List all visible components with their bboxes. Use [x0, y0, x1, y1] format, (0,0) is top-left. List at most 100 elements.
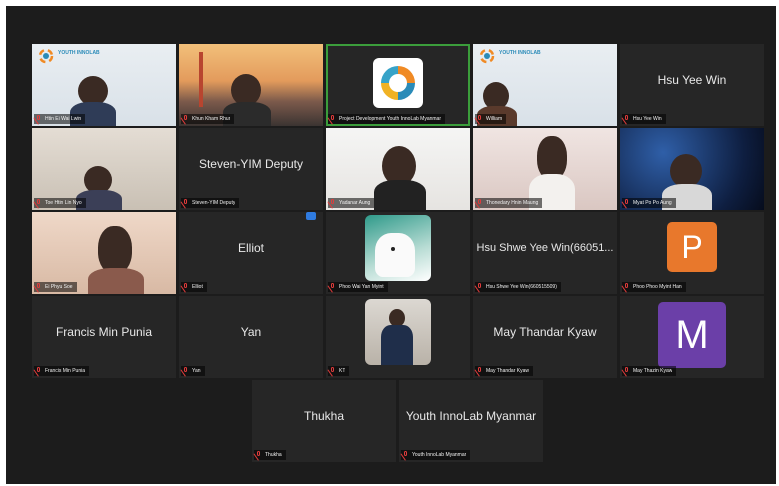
participant-name: Hsu Shwe Yee Win(660515509): [486, 284, 557, 290]
name-label: Yan: [181, 366, 205, 376]
participant-name: Steven-YIM Deputy: [192, 200, 236, 206]
person-silhouette: [98, 226, 132, 274]
participant-tile[interactable]: Youth InnoLab Myanmar Youth InnoLab Myan…: [399, 380, 543, 462]
person-body: [381, 325, 413, 365]
name-label: May Thandar Kyaw: [475, 366, 533, 376]
participant-tile[interactable]: Toe Htin Lin Nyo: [32, 128, 176, 210]
participant-display-name: Hsu Shwe Yee Win(66051...: [476, 242, 614, 254]
name-label: Hsu Shwe Yee Win(660515509): [475, 282, 561, 292]
participant-display-name: Yan: [240, 325, 262, 339]
profile-illustration: [375, 233, 415, 277]
participant-tile[interactable]: YOUTH INNOLAB William: [473, 44, 617, 126]
participant-name: May Thandar Kyaw: [486, 368, 529, 374]
mic-muted-icon: [477, 115, 483, 123]
mic-muted-icon: [624, 283, 630, 291]
name-label: Francis Min Punia: [34, 366, 90, 376]
participant-tile[interactable]: Hsu Shwe Yee Win(66051... Hsu Shwe Yee W…: [473, 212, 617, 294]
participant-name: Hsu Yee Win: [633, 116, 662, 122]
participant-tile[interactable]: May Thandar Kyaw May Thandar Kyaw: [473, 296, 617, 378]
name-label: KT: [328, 366, 350, 376]
more-options-button[interactable]: [306, 212, 316, 220]
avatar: P: [667, 222, 717, 272]
name-label: Thukha: [254, 450, 286, 460]
participant-name: Phoo Phoo Myint Han: [633, 284, 682, 290]
mic-muted-icon: [403, 451, 409, 459]
participant-tile[interactable]: KT: [326, 296, 470, 378]
name-label: Ei Phyu Soe: [34, 282, 77, 292]
name-label: Htin Ei Wai Lwin: [34, 114, 86, 124]
mic-muted-icon: [330, 115, 336, 123]
youth-innolab-logo-icon: [479, 48, 495, 64]
brand-text: YOUTH INNOLAB: [58, 50, 100, 56]
brand-text: YOUTH INNOLAB: [499, 50, 541, 56]
participant-display-name: Steven-YIM Deputy: [198, 157, 304, 171]
name-label: Steven-YIM Deputy: [181, 198, 240, 208]
mic-muted-icon: [624, 367, 630, 375]
participant-display-name: Youth InnoLab Myanmar: [405, 409, 537, 423]
participant-tile[interactable]: Francis Min Punia Francis Min Punia: [32, 296, 176, 378]
mic-muted-icon: [330, 367, 336, 375]
participant-name: KT: [339, 368, 346, 374]
participant-tile[interactable]: Thukha Thukha: [252, 380, 396, 462]
participant-tile[interactable]: M May Thazin Kyaw: [620, 296, 764, 378]
participant-tile[interactable]: Ei Phyu Soe: [32, 212, 176, 294]
participant-name: Thonedary Hnin Maung: [486, 200, 539, 206]
participant-tile[interactable]: Myat Po Po Aung: [620, 128, 764, 210]
person-body: [374, 180, 426, 210]
participant-tile[interactable]: Hsu Yee Win Hsu Yee Win: [620, 44, 764, 126]
participant-name: Myat Po Po Aung: [633, 200, 672, 206]
name-label: Project Development Youth InnoLab Myanma…: [328, 114, 446, 124]
participant-name: Toe Htin Lin Nyo: [45, 200, 82, 206]
name-label: William: [475, 114, 507, 124]
mic-muted-icon: [183, 115, 189, 123]
person-body: [88, 268, 144, 294]
mic-muted-icon: [36, 199, 42, 207]
participant-display-name: Elliot: [237, 241, 264, 255]
participant-name: Yan: [192, 368, 201, 374]
participant-tile[interactable]: P Phoo Phoo Myint Han: [620, 212, 764, 294]
mic-muted-icon: [624, 199, 630, 207]
mic-muted-icon: [36, 115, 42, 123]
youth-innolab-logo-icon: [38, 48, 54, 64]
participant-name: Khun Kham Rhur: [192, 116, 231, 122]
participant-tile-active-speaker[interactable]: Project Development Youth InnoLab Myanma…: [326, 44, 470, 126]
participant-name: Thukha: [265, 452, 282, 458]
participant-display-name: Hsu Yee Win: [657, 73, 727, 87]
participant-name: Francis Min Punia: [45, 368, 86, 374]
name-label: Phoo Wai Yan Myint: [328, 282, 388, 292]
mic-muted-icon: [330, 199, 336, 207]
participant-tile[interactable]: YOUTH INNOLAB Htin Ei Wai Lwin: [32, 44, 176, 126]
mic-muted-icon: [330, 283, 336, 291]
avatar: M: [658, 302, 726, 368]
participant-name: William: [486, 116, 503, 122]
participant-display-name: Francis Min Punia: [55, 325, 153, 339]
name-label: Yadanar Aung: [328, 198, 375, 208]
mic-muted-icon: [183, 199, 189, 207]
mic-muted-icon: [36, 283, 42, 291]
name-label: Youth InnoLab Myanmar: [401, 450, 471, 460]
participant-name: Yadanar Aung: [339, 200, 371, 206]
participant-tile[interactable]: Elliot Elliot: [179, 212, 323, 294]
participant-tile[interactable]: Yadanar Aung: [326, 128, 470, 210]
name-label: May Thazin Kyaw: [622, 366, 677, 376]
participant-tile[interactable]: Khun Kham Rhur: [179, 44, 323, 126]
profile-illustration-eye: [391, 247, 395, 251]
name-label: Toe Htin Lin Nyo: [34, 198, 86, 208]
participant-tile[interactable]: Phoo Wai Yan Myint: [326, 212, 470, 294]
participant-tile[interactable]: Thonedary Hnin Maung: [473, 128, 617, 210]
mic-muted-icon: [183, 367, 189, 375]
mic-muted-icon: [624, 115, 630, 123]
mic-muted-icon: [477, 283, 483, 291]
participant-tile[interactable]: Steven-YIM Deputy Steven-YIM Deputy: [179, 128, 323, 210]
mic-muted-icon: [256, 451, 262, 459]
person-silhouette: [670, 154, 702, 188]
profile-picture: [365, 299, 431, 365]
name-label: Phoo Phoo Myint Han: [622, 282, 686, 292]
participant-tile[interactable]: Yan Yan: [179, 296, 323, 378]
participant-name: May Thazin Kyaw: [633, 368, 673, 374]
name-label: Elliot: [181, 282, 207, 292]
participant-name: Youth InnoLab Myanmar: [412, 452, 467, 458]
name-label: Hsu Yee Win: [622, 114, 666, 124]
participant-name: Ei Phyu Soe: [45, 284, 73, 290]
meeting-window: YOUTH INNOLAB Htin Ei Wai Lwin Khun Kham…: [6, 6, 776, 484]
